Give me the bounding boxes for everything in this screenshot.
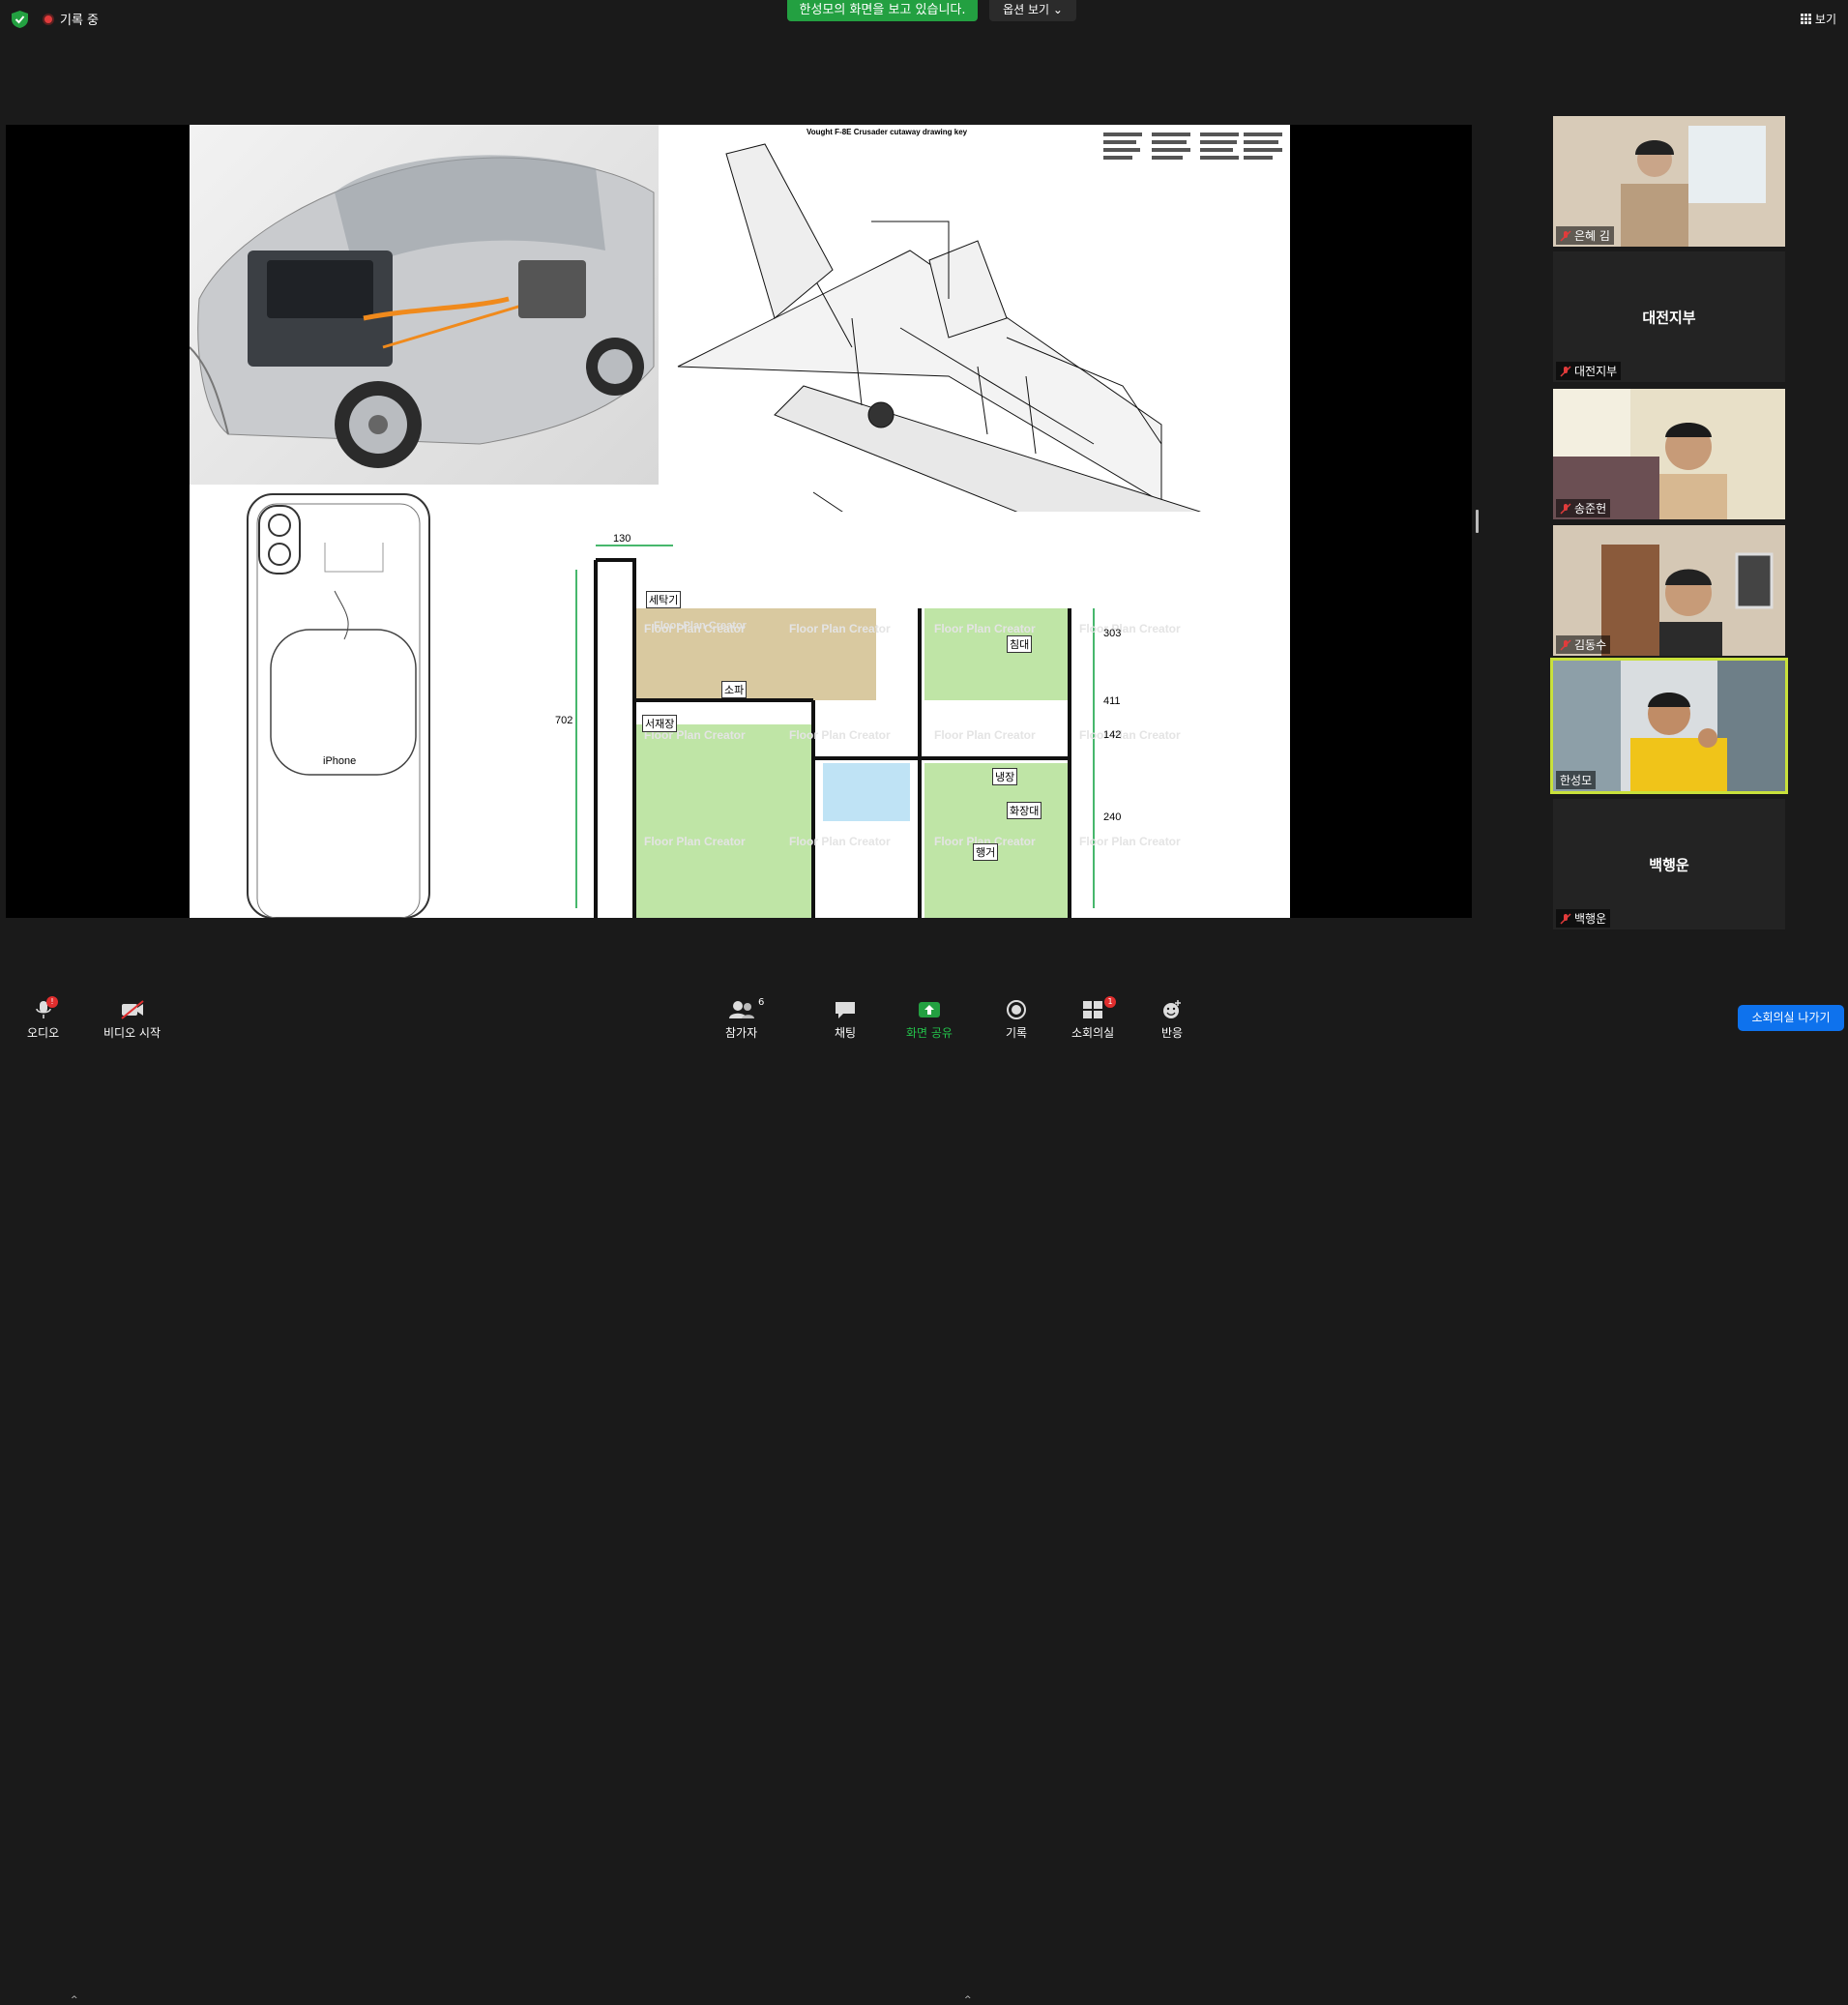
chat-icon bbox=[836, 1002, 855, 1018]
svg-text:Floor Plan Creator: Floor Plan Creator bbox=[789, 728, 891, 742]
participant-tile[interactable]: 은혜 김 bbox=[1553, 116, 1785, 247]
participant-tile[interactable]: 대전지부 대전지부 bbox=[1553, 251, 1785, 382]
svg-text:Floor Plan Creator: Floor Plan Creator bbox=[1079, 728, 1181, 742]
phone-label: iPhone bbox=[323, 755, 357, 767]
plan-dim-303: 303 bbox=[1103, 628, 1122, 639]
top-bar: 기록 중 한성모의 화면을 보고 있습니다. 옵션 보기 ⌄ 보기 bbox=[0, 0, 1848, 39]
mic-off-icon bbox=[1560, 912, 1571, 925]
participant-name: 김동수 bbox=[1556, 635, 1611, 654]
shared-slide: iPhone Vought F-8E Crusader cutaway draw… bbox=[190, 125, 1290, 918]
car-cutaway-image bbox=[190, 125, 659, 485]
recording-indicator[interactable]: 기록 중 bbox=[43, 10, 99, 28]
share-screen-label: 화면 공유 bbox=[906, 1026, 953, 1040]
plan-dim-702: 702 bbox=[555, 715, 573, 726]
reactions-label: 반응 bbox=[1161, 1026, 1184, 1040]
smiley-icon bbox=[1163, 1000, 1182, 1018]
record-label: 기록 bbox=[1006, 1026, 1028, 1040]
meeting-toolbar: ! 오디오 ^ 비디오 시작 6 참가자 채팅 화면 공유 ^ 기록 1 소회의… bbox=[0, 991, 1848, 2005]
audio-label: 오디오 bbox=[27, 1026, 60, 1040]
participants-count: 6 bbox=[758, 997, 765, 1008]
view-options-button[interactable]: 옵션 보기 ⌄ bbox=[989, 0, 1076, 21]
svg-text:Floor Plan Creator: Floor Plan Creator bbox=[789, 622, 891, 635]
participant-name: 은혜 김 bbox=[1556, 226, 1614, 245]
plan-room-label: 화장대 bbox=[1007, 802, 1042, 819]
svg-text:Floor Plan Creator: Floor Plan Creator bbox=[1079, 835, 1181, 848]
recording-label: 기록 중 bbox=[60, 14, 100, 28]
chevron-down-icon: ⌄ bbox=[1052, 3, 1063, 16]
start-video-button[interactable]: 비디오 시작 bbox=[103, 999, 161, 1041]
participant-tile[interactable]: 송준헌 bbox=[1553, 389, 1785, 519]
audio-options-caret-icon[interactable]: ^ bbox=[71, 1995, 78, 2005]
mic-off-icon bbox=[1560, 502, 1571, 515]
svg-text:Floor Plan Creator: Floor Plan Creator bbox=[934, 728, 1036, 742]
leave-breakout-room-button[interactable]: 소회의실 나가기 bbox=[1738, 1005, 1844, 1031]
svg-text:Floor Plan Creator: Floor Plan Creator bbox=[934, 622, 1036, 635]
plan-dim-240: 240 bbox=[1103, 811, 1122, 823]
participant-name: 한성모 bbox=[1556, 771, 1597, 789]
plan-room-label: 행거 bbox=[973, 843, 999, 861]
audio-button[interactable]: ! 오디오 bbox=[27, 996, 60, 1041]
record-dot-icon bbox=[43, 13, 54, 25]
mic-off-icon bbox=[1560, 365, 1571, 377]
plan-dim-411: 411 bbox=[1103, 695, 1121, 707]
plan-room-label: 세탁기 bbox=[646, 591, 682, 608]
mic-off-icon bbox=[1560, 638, 1571, 651]
view-button[interactable]: 보기 bbox=[1800, 11, 1836, 27]
share-screen-button[interactable]: 화면 공유 bbox=[906, 999, 953, 1041]
plan-dim-130: 130 bbox=[613, 533, 631, 545]
record-button[interactable]: 기록 bbox=[1006, 999, 1027, 1041]
phone-schematic: iPhone bbox=[190, 485, 567, 918]
plan-room-label: 소파 bbox=[721, 681, 748, 698]
participant-tile-active[interactable]: 한성모 bbox=[1550, 658, 1788, 794]
share-options-caret-icon[interactable]: ^ bbox=[964, 1995, 972, 2005]
plan-room-label: 침대 bbox=[1007, 635, 1033, 653]
jet-key-title: Vought F-8E Crusader cutaway drawing key bbox=[807, 128, 968, 136]
view-options-label: 옵션 보기 bbox=[1003, 3, 1050, 16]
participant-name: 송준헌 bbox=[1556, 499, 1611, 517]
plan-dim-142: 142 bbox=[1103, 729, 1122, 741]
participant-name: 대전지부 bbox=[1556, 362, 1622, 380]
start-video-label: 비디오 시작 bbox=[103, 1026, 161, 1040]
participants-icon bbox=[728, 1001, 754, 1018]
floor-plan-image: Floor Plan Creator Floor Plan Creator Fl… bbox=[555, 512, 1290, 918]
view-label: 보기 bbox=[1814, 13, 1836, 26]
participant-display-name: 백행운 bbox=[1649, 856, 1689, 873]
svg-text:Floor Plan Creator: Floor Plan Creator bbox=[644, 835, 746, 848]
breakout-rooms-badge: 1 bbox=[1104, 996, 1116, 1008]
record-icon bbox=[1007, 1000, 1027, 1019]
breakout-rooms-label: 소회의실 bbox=[1071, 1026, 1115, 1040]
chat-label: 채팅 bbox=[834, 1026, 857, 1040]
participant-tile[interactable]: 백행운 백행운 bbox=[1553, 799, 1785, 929]
svg-text:Floor Plan Creator: Floor Plan Creator bbox=[789, 835, 891, 848]
shield-icon[interactable] bbox=[12, 11, 28, 28]
participants-label: 참가자 bbox=[725, 1026, 758, 1040]
share-screen-icon bbox=[918, 1002, 940, 1017]
svg-text:Floor Plan Creator: Floor Plan Creator bbox=[1079, 622, 1181, 635]
participant-tile[interactable]: 김동수 bbox=[1553, 525, 1785, 656]
audio-warning-badge: ! bbox=[46, 996, 58, 1008]
plan-watermark: Floor Plan Creator bbox=[654, 620, 747, 632]
participants-button[interactable]: 6 참가자 bbox=[725, 997, 764, 1041]
plan-room-label: 냉장 bbox=[992, 768, 1018, 785]
video-off-icon bbox=[120, 1000, 144, 1019]
participant-display-name: 대전지부 bbox=[1642, 309, 1696, 326]
shared-screen[interactable]: iPhone Vought F-8E Crusader cutaway draw… bbox=[6, 125, 1472, 918]
reactions-button[interactable]: 반응 bbox=[1161, 999, 1183, 1041]
resize-handle[interactable] bbox=[1476, 510, 1479, 533]
mic-off-icon bbox=[1560, 229, 1571, 242]
grid-icon bbox=[1800, 14, 1811, 24]
breakout-rooms-button[interactable]: 1 소회의실 bbox=[1071, 996, 1116, 1041]
chat-button[interactable]: 채팅 bbox=[834, 999, 857, 1041]
share-banner: 한성모의 화면을 보고 있습니다. bbox=[787, 0, 978, 21]
breakout-rooms-icon bbox=[1083, 1001, 1103, 1018]
participant-name: 백행운 bbox=[1556, 909, 1611, 928]
plan-room-label: 서재장 bbox=[642, 715, 678, 732]
